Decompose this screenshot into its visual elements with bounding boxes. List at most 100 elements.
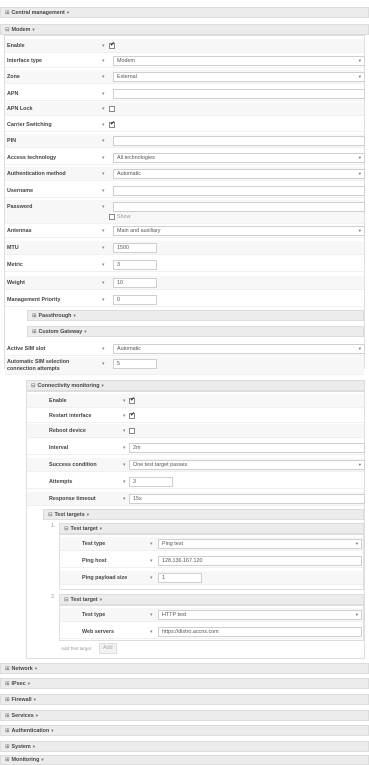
- required-icon: ▾: [102, 297, 105, 303]
- row-pin: PIN ▾: [5, 134, 365, 148]
- section-test-targets[interactable]: ⊟ Test targets ▾: [43, 509, 364, 520]
- section-services[interactable]: ⊞ Services ▾: [0, 710, 369, 721]
- select-value: Modem: [117, 58, 135, 64]
- config-page: ⊞ Central management ▾ ⊟ Modem ▾ Enable …: [0, 0, 369, 765]
- caret-down-icon: ▾: [27, 680, 30, 686]
- row-access-technology: Access technology ▾ All technologies ▾: [5, 151, 365, 165]
- restart-interface-checkbox[interactable]: [129, 411, 135, 419]
- antennas-select[interactable]: Main and auxiliary ▾: [113, 226, 365, 236]
- section-test-target-2[interactable]: ⊟ Test target ▾: [59, 594, 364, 605]
- username-input[interactable]: [113, 186, 365, 196]
- active-sim-slot-select[interactable]: Automatic ▾: [113, 344, 365, 354]
- carrier-switching-checkbox[interactable]: [109, 120, 115, 128]
- sim-attempts-input[interactable]: 5: [113, 359, 157, 369]
- row-zone: Zone ▾ External ▾: [5, 70, 365, 84]
- required-icon: ▾: [123, 413, 126, 419]
- row-weight: Weight ▾ 10: [5, 276, 364, 290]
- section-monitoring[interactable]: ⊞ Monitoring ▾: [0, 755, 369, 765]
- test-target-1-panel: Test type ▾ Ping test ▾ Ping host ▾ 128.1…: [59, 534, 364, 590]
- mgmt-priority-input[interactable]: 0: [113, 295, 157, 305]
- required-icon: ▾: [123, 479, 126, 485]
- section-authentication[interactable]: ⊞ Authentication ▾: [0, 725, 369, 736]
- row-mgmt-priority: Management Priority ▾ 0: [5, 293, 364, 307]
- show-password-checkbox[interactable]: [109, 214, 115, 220]
- required-icon: ▾: [123, 496, 126, 502]
- interface-type-select[interactable]: Modem ▾: [113, 56, 365, 66]
- weight-input[interactable]: 10: [113, 278, 157, 288]
- password-input[interactable]: [113, 202, 365, 212]
- expand-icon: ⊞: [32, 328, 37, 335]
- section-central-management[interactable]: ⊞ Central management ▾: [0, 7, 369, 18]
- row-ping-payload: Ping payload size ▾ 1: [60, 571, 363, 585]
- mtu-input[interactable]: 1500: [113, 243, 157, 253]
- section-system[interactable]: ⊞ System ▾: [0, 741, 369, 752]
- row-interface-type: Interface type ▾ Modem ▾: [5, 54, 365, 68]
- label-mtu: MTU: [7, 245, 19, 251]
- reboot-device-checkbox[interactable]: [129, 428, 135, 434]
- caret-down-icon: ▾: [51, 727, 54, 733]
- required-icon: ▾: [123, 398, 126, 404]
- required-icon: ▾: [102, 361, 105, 367]
- response-timeout-input[interactable]: 15s: [129, 494, 365, 504]
- access-technology-select[interactable]: All technologies ▾: [113, 153, 365, 163]
- collapse-icon: ⊟: [64, 596, 69, 603]
- metric-input[interactable]: 3: [113, 260, 157, 270]
- caret-down-icon: ▾: [84, 328, 87, 334]
- label-enable: Enable: [7, 43, 25, 49]
- apn-input[interactable]: [113, 89, 365, 99]
- section-title: Connectivity monitoring: [37, 382, 100, 389]
- section-ipsec[interactable]: ⊞ IPsec ▾: [0, 678, 369, 689]
- ping-host-input[interactable]: 128.136.167.120: [158, 556, 362, 566]
- auth-method-select[interactable]: Automatic ▾: [113, 169, 365, 179]
- zone-select[interactable]: External ▾: [113, 72, 365, 82]
- required-icon: ▾: [102, 245, 105, 251]
- section-title: Network: [11, 665, 33, 672]
- row-metric: Metric ▾ 3: [5, 258, 364, 272]
- row-restart-interface: Restart interface ▾: [27, 409, 364, 423]
- label-active-sim-slot: Active SIM slot: [7, 346, 46, 352]
- add-test-target-input[interactable]: Add Test target: [61, 642, 91, 656]
- label-ping-host: Ping host: [82, 558, 107, 564]
- section-test-target-1[interactable]: ⊟ Test target ▾: [59, 523, 364, 534]
- row-ping-host: Ping host ▾ 128.136.167.120: [60, 554, 363, 568]
- section-connectivity-monitoring[interactable]: ⊟ Connectivity monitoring ▾: [26, 380, 365, 391]
- label-auth-method: Authentication method: [7, 171, 66, 177]
- required-icon: ▾: [102, 91, 105, 97]
- section-custom-gateway[interactable]: ⊞ Custom Gateway ▾: [27, 326, 364, 337]
- select-value: All technologies: [117, 155, 155, 161]
- caret-down-icon: ▾: [73, 312, 76, 318]
- label-conn-enable: Enable: [49, 398, 67, 404]
- caret-down-icon: ▾: [99, 525, 102, 531]
- conn-enable-checkbox[interactable]: [129, 396, 135, 404]
- label-apn: APN: [7, 91, 19, 97]
- row-attempts: Attempts ▾ 3: [27, 475, 364, 489]
- select-value: HTTP test: [162, 612, 187, 618]
- section-firewall[interactable]: ⊞ Firewall ▾: [0, 694, 369, 705]
- test-type-select[interactable]: HTTP test ▾: [158, 610, 362, 620]
- section-passthrough[interactable]: ⊞ Passthrough ▾: [27, 310, 364, 321]
- add-test-target-button[interactable]: Add: [99, 643, 117, 654]
- label-metric: Metric: [7, 262, 23, 268]
- chevron-down-icon: ▾: [358, 346, 361, 351]
- attempts-input[interactable]: 3: [129, 477, 173, 487]
- section-modem[interactable]: ⊟ Modem ▾: [0, 24, 369, 35]
- row-mtu: MTU ▾ 1500: [5, 241, 364, 255]
- section-network[interactable]: ⊞ Network ▾: [0, 663, 369, 674]
- caret-down-icon: ▾: [32, 26, 35, 32]
- test-target-2-panel: Test type ▾ HTTP test ▾ Web servers ▾ htt…: [59, 605, 364, 641]
- web-servers-input[interactable]: https://distro.accns.com: [158, 627, 362, 637]
- label-test-type: Test type: [82, 541, 106, 547]
- enable-checkbox[interactable]: [109, 41, 115, 49]
- interval-input[interactable]: 2m: [129, 443, 365, 453]
- row-success-condition: Success condition ▾ One test target pass…: [27, 458, 365, 472]
- target-index: 2.: [51, 594, 56, 600]
- apn-lock-checkbox[interactable]: [109, 106, 115, 112]
- required-icon: ▾: [150, 558, 153, 564]
- pin-input[interactable]: [113, 136, 365, 146]
- caret-down-icon: ▾: [35, 712, 38, 718]
- select-value: Automatic: [117, 346, 141, 352]
- test-type-select[interactable]: Ping test ▾: [158, 539, 362, 549]
- success-condition-select[interactable]: One test target passes ▾: [129, 460, 365, 470]
- ping-payload-input[interactable]: 1: [158, 573, 202, 583]
- required-icon: ▾: [102, 122, 105, 128]
